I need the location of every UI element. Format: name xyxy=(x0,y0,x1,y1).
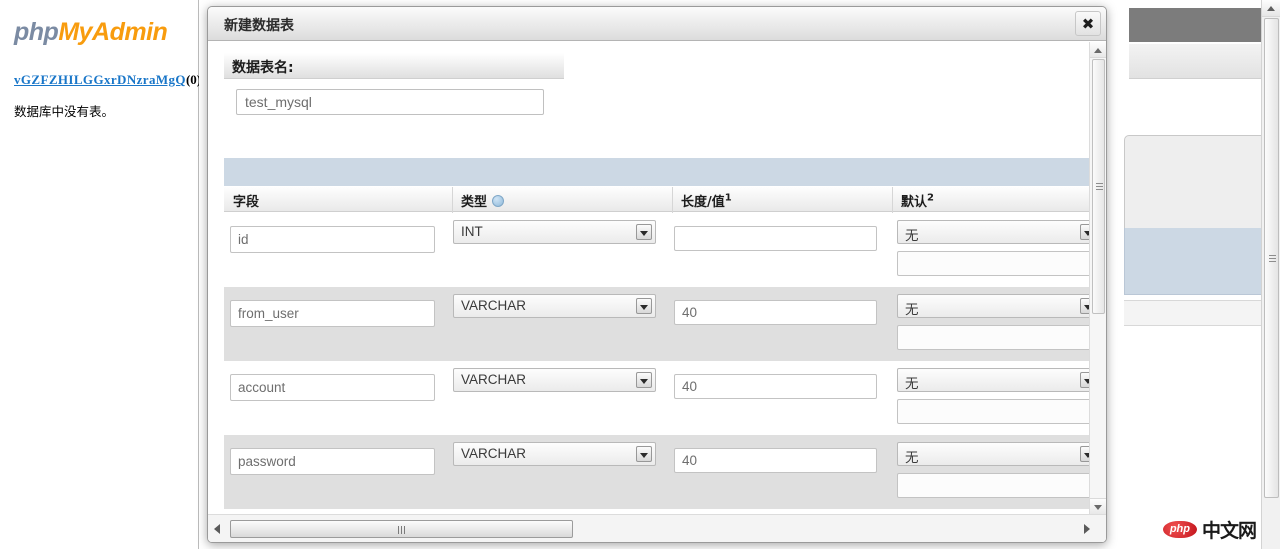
chevron-down-icon[interactable] xyxy=(636,298,652,314)
dialog-vscrollbar-thumb[interactable] xyxy=(1092,59,1105,314)
chevron-down-icon[interactable] xyxy=(636,224,652,240)
chevron-down-icon[interactable] xyxy=(1080,446,1089,462)
table-row: VARCHAR 无 xyxy=(224,435,1089,509)
field-length-input[interactable] xyxy=(674,300,877,325)
scroll-up-arrow-icon[interactable] xyxy=(1090,42,1106,58)
field-name-input[interactable] xyxy=(230,226,435,253)
window-vertical-scrollbar[interactable] xyxy=(1261,0,1280,549)
field-default-value-input[interactable] xyxy=(897,325,1089,350)
screen: phpMyAdmin vGZFZHILGGxrDNzraMgQ(0) 数据库中没… xyxy=(0,0,1280,549)
watermark-text: 中文网 xyxy=(1201,520,1257,542)
dialog-titlebar: 新建数据表 ✖ xyxy=(208,7,1106,41)
table-name-label: 数据表名: xyxy=(224,53,564,79)
table-row: VARCHAR 无 xyxy=(224,361,1089,435)
database-link[interactable]: vGZFZHILGGxrDNzraMgQ xyxy=(14,72,186,87)
scroll-right-arrow-icon[interactable] xyxy=(1080,520,1096,537)
help-icon[interactable] xyxy=(492,195,505,207)
header-default: 默认2 xyxy=(901,192,934,210)
field-default-value-input[interactable] xyxy=(897,473,1089,498)
chevron-down-icon[interactable] xyxy=(636,372,652,388)
field-name-input[interactable] xyxy=(230,300,435,327)
header-field: 字段 xyxy=(233,195,260,210)
header-type: 类型 xyxy=(461,191,505,210)
logo-php-text: php xyxy=(14,18,59,46)
chevron-down-icon[interactable] xyxy=(1080,298,1089,314)
field-type-select[interactable]: INT xyxy=(453,220,656,244)
scroll-left-arrow-icon[interactable] xyxy=(210,520,226,537)
table-row: VARCHAR 无 xyxy=(224,287,1089,361)
watermark-logo: php 中文网 xyxy=(1162,516,1257,543)
header-divider xyxy=(452,187,453,213)
chevron-down-icon[interactable] xyxy=(1080,372,1089,388)
scrollbar-grip-icon xyxy=(1269,255,1276,262)
navigation-sidebar: phpMyAdmin vGZFZHILGGxrDNzraMgQ(0) 数据库中没… xyxy=(0,0,201,549)
field-name-input[interactable] xyxy=(230,448,435,475)
chevron-down-icon[interactable] xyxy=(636,446,652,462)
header-divider xyxy=(892,187,893,213)
section-separator-band xyxy=(224,158,1089,186)
field-default-value-input[interactable] xyxy=(897,399,1089,424)
scroll-down-arrow-icon[interactable] xyxy=(1090,498,1106,514)
watermark-php-badge: php xyxy=(1162,521,1197,538)
field-default-value-input[interactable] xyxy=(897,251,1089,276)
field-length-input[interactable] xyxy=(674,226,877,251)
phpmyadmin-logo: phpMyAdmin xyxy=(14,18,168,47)
field-length-input[interactable] xyxy=(674,374,877,399)
table-row: INT 无 xyxy=(224,213,1089,287)
scroll-up-arrow-icon[interactable] xyxy=(1262,0,1280,17)
header-length: 长度/值1 xyxy=(681,192,732,210)
background-query-panel xyxy=(1124,135,1261,230)
background-dark-header xyxy=(1129,8,1261,42)
dialog-body: 数据表名: 字段 类型 长度/值1 xyxy=(208,42,1106,542)
logo-myadmin-text: MyAdmin xyxy=(58,18,168,46)
field-name-input[interactable] xyxy=(230,374,435,401)
field-default-select[interactable]: 无 xyxy=(897,442,1089,466)
dialog-scroll-viewport: 数据表名: 字段 类型 长度/值1 xyxy=(208,42,1089,514)
close-icon[interactable]: ✖ xyxy=(1075,11,1101,36)
database-entry: vGZFZHILGGxrDNzraMgQ(0) xyxy=(14,72,201,88)
chevron-down-icon[interactable] xyxy=(1080,224,1089,240)
header-divider xyxy=(672,187,673,213)
create-table-dialog: 新建数据表 ✖ 数据表名: 字段 类型 xyxy=(207,6,1107,543)
window-scrollbar-thumb[interactable] xyxy=(1264,18,1279,498)
field-default-select[interactable]: 无 xyxy=(897,368,1089,392)
field-type-select[interactable]: VARCHAR xyxy=(453,368,656,392)
no-tables-message: 数据库中没有表。 xyxy=(14,104,115,119)
background-toolbar xyxy=(1129,44,1261,79)
dialog-horizontal-scrollbar[interactable] xyxy=(208,514,1106,542)
background-action-bar: 执行 xyxy=(1124,228,1261,295)
field-default-select[interactable]: 无 xyxy=(897,294,1089,318)
field-type-select[interactable]: VARCHAR xyxy=(453,294,656,318)
scrollbar-grip-icon xyxy=(1096,183,1103,190)
field-length-input[interactable] xyxy=(674,448,877,473)
table-name-input[interactable] xyxy=(236,89,544,115)
background-status-strip xyxy=(1124,300,1261,326)
field-default-select[interactable]: 无 xyxy=(897,220,1089,244)
dialog-vertical-scrollbar[interactable] xyxy=(1089,42,1106,514)
field-type-select[interactable]: VARCHAR xyxy=(453,442,656,466)
scrollbar-grip-icon xyxy=(398,526,406,534)
dialog-hscrollbar-thumb[interactable] xyxy=(230,520,573,538)
dialog-title: 新建数据表 xyxy=(224,18,294,34)
columns-header-row: 字段 类型 长度/值1 默认2 xyxy=(224,186,1089,213)
